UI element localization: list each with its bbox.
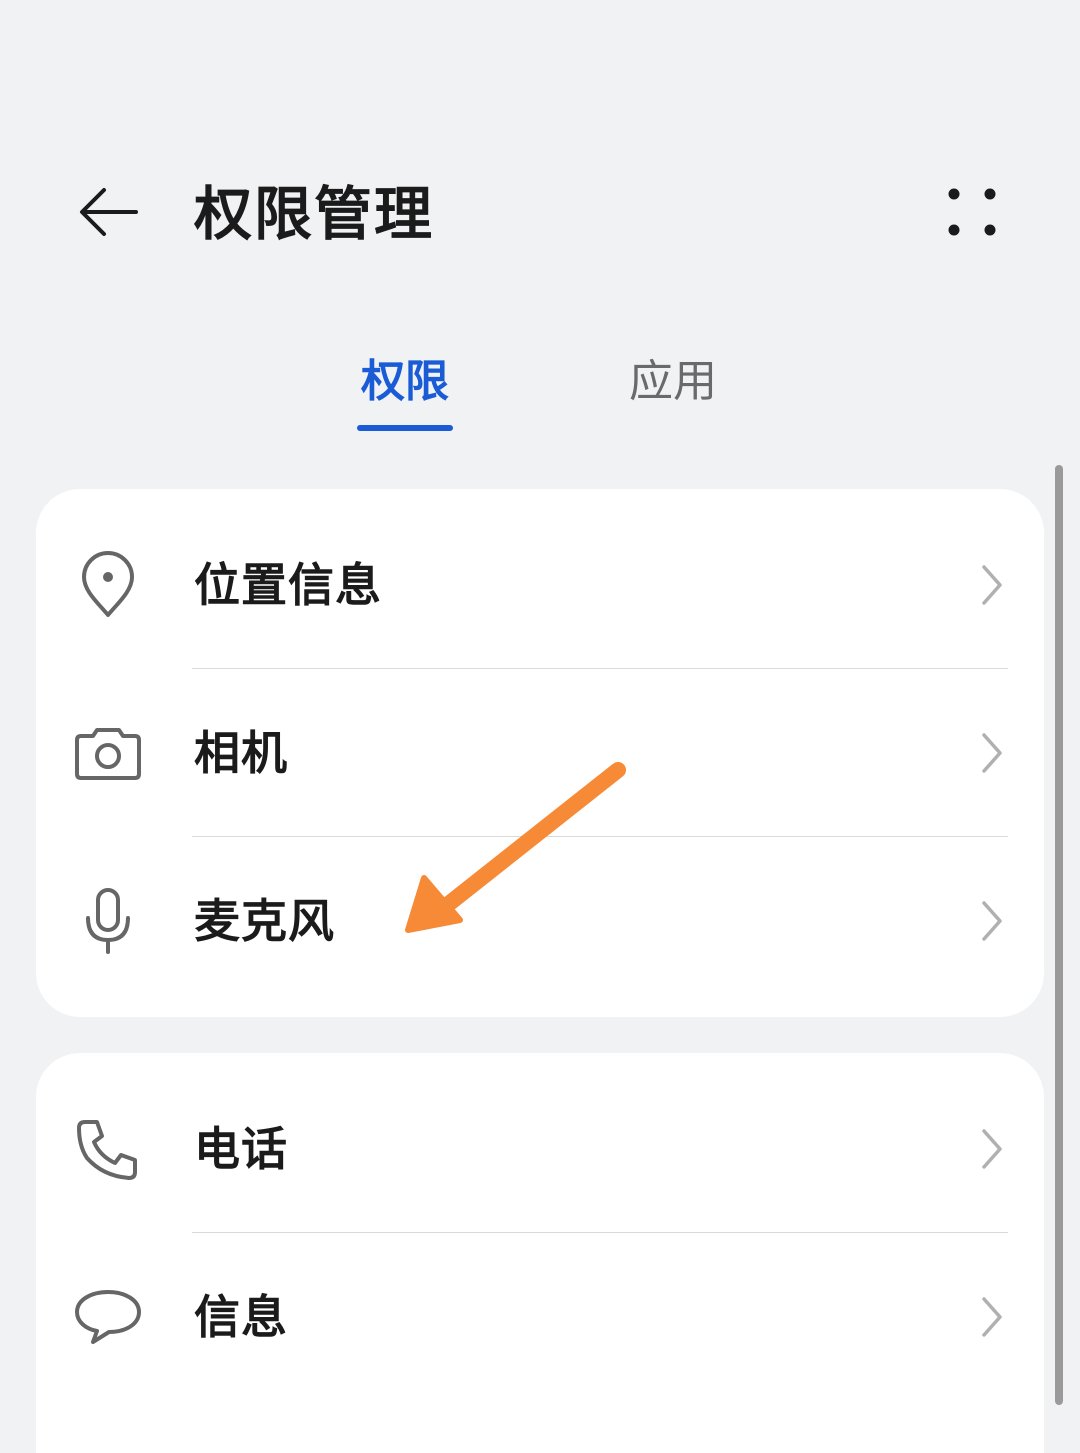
phone-icon [70, 1111, 146, 1187]
more-options-button[interactable] [934, 174, 1010, 250]
list-item-location[interactable]: 位置信息 [36, 501, 1044, 669]
chevron-right-icon [972, 1125, 1012, 1173]
camera-icon [70, 715, 146, 791]
chevron-right-icon [972, 897, 1012, 945]
back-button[interactable] [66, 170, 150, 254]
list-item-messages[interactable]: 信息 [36, 1233, 1044, 1401]
chevron-right-icon [972, 1293, 1012, 1341]
active-tab-indicator [357, 425, 453, 431]
chevron-right-icon [972, 561, 1012, 609]
app-header: 权限管理 [0, 150, 1080, 280]
list-item-label: 位置信息 [194, 558, 382, 612]
tab-bar: 权限 应用 [0, 340, 1080, 440]
chevron-right-icon [972, 729, 1012, 777]
communication-card: 电话 信息 [36, 1053, 1044, 1453]
microphone-icon [70, 883, 146, 959]
back-arrow-icon [80, 188, 138, 236]
list-item-label: 电话 [194, 1122, 288, 1176]
tab-permissions[interactable]: 权限 [350, 352, 460, 412]
tab-apps[interactable]: 应用 [618, 352, 728, 412]
message-bubble-icon [70, 1279, 146, 1355]
scrollbar[interactable] [1055, 465, 1063, 1405]
list-item-label: 信息 [194, 1290, 288, 1344]
annotation-arrow-icon [405, 762, 626, 933]
list-item-label: 相机 [194, 726, 288, 780]
list-item-label: 麦克风 [194, 894, 335, 948]
location-pin-icon [70, 547, 146, 623]
page-title: 权限管理 [194, 180, 435, 248]
more-dots-icon [948, 188, 996, 236]
list-item-phone[interactable]: 电话 [36, 1065, 1044, 1233]
